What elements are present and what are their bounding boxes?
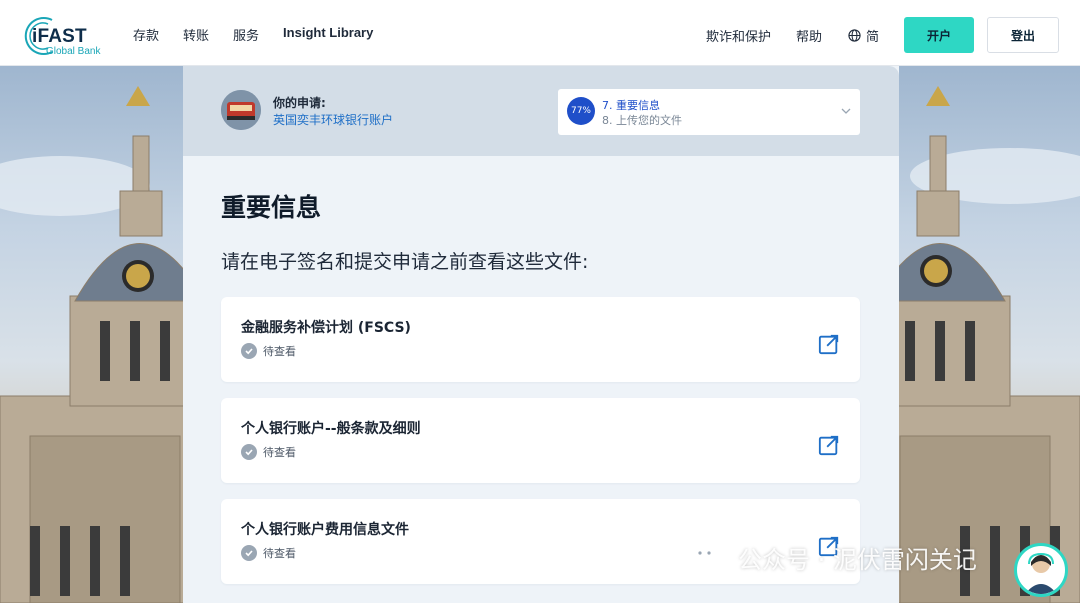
- application-thumbnail: [221, 90, 261, 130]
- check-icon: [241, 444, 257, 460]
- document-status: 待查看: [241, 545, 296, 561]
- chevron-down-icon: [841, 108, 851, 114]
- step-progress-dropdown[interactable]: 77% 7. 重要信息 8. 上传您的文件: [558, 89, 860, 135]
- external-link-icon[interactable]: [818, 434, 840, 456]
- watermark-text: 公众号 · 泥伏雷闪关记: [738, 546, 977, 574]
- ifast-logo[interactable]: iFAST Global Bank: [22, 14, 114, 58]
- document-title: 个人银行账户费用信息文件: [241, 522, 409, 538]
- application-header: 你的申请: 英国奕丰环球银行账户 77% 7. 重要信息 8. 上传您的文件: [183, 66, 899, 156]
- top-nav: iFAST Global Bank 存款 转账 服务 Insight Libra…: [0, 0, 1080, 66]
- nav-transfers[interactable]: 转账: [183, 25, 209, 44]
- nav-help[interactable]: 帮助: [796, 26, 822, 45]
- check-icon: [241, 545, 257, 561]
- language-selector[interactable]: 简: [848, 26, 879, 45]
- language-label: 简: [866, 30, 880, 45]
- document-status-label: 待查看: [263, 446, 296, 459]
- bus-thumbnail-icon: [221, 90, 261, 130]
- current-step: 7. 重要信息: [602, 99, 660, 112]
- document-status: 待查看: [241, 343, 296, 359]
- progress-percent: 77%: [570, 106, 591, 116]
- nav-services[interactable]: 服务: [233, 25, 259, 44]
- wechat-icon: [692, 543, 728, 571]
- logo-brand-text: iFAST: [32, 26, 87, 47]
- support-agent-avatar[interactable]: [1014, 543, 1068, 597]
- application-label: 你的申请:: [273, 96, 326, 110]
- next-step: 8. 上传您的文件: [602, 114, 682, 127]
- application-name[interactable]: 英国奕丰环球银行账户: [273, 111, 393, 128]
- nav-deposits[interactable]: 存款: [133, 25, 159, 44]
- globe-icon: [848, 29, 861, 42]
- primary-nav: 存款 转账 服务 Insight Library: [133, 25, 397, 44]
- section-title: 重要信息: [221, 193, 322, 222]
- nav-insight-library[interactable]: Insight Library: [283, 25, 373, 44]
- document-title: 金融服务补偿计划 (FSCS): [241, 320, 411, 336]
- application-panel: 你的申请: 英国奕丰环球银行账户 77% 7. 重要信息 8. 上传您的文件 重…: [183, 66, 899, 603]
- nav-fraud-protection[interactable]: 欺诈和保护: [706, 26, 771, 45]
- section-intro: 请在电子签名和提交申请之前查看这些文件:: [221, 251, 589, 273]
- document-status: 待查看: [241, 444, 296, 460]
- watermark: 公众号 · 泥伏雷闪关记: [690, 540, 977, 575]
- document-status-label: 待查看: [263, 345, 296, 358]
- document-status-label: 待查看: [263, 547, 296, 560]
- logout-button[interactable]: 登出: [987, 17, 1059, 53]
- document-card[interactable]: 金融服务补偿计划 (FSCS) 待查看: [221, 297, 860, 382]
- logo-subtitle: Global Bank: [46, 46, 101, 57]
- check-icon: [241, 343, 257, 359]
- document-card[interactable]: 个人银行账户--般条款及细则 待查看: [221, 398, 860, 483]
- progress-indicator: 77%: [567, 97, 595, 125]
- document-title: 个人银行账户--般条款及细则: [241, 421, 421, 437]
- open-account-button[interactable]: 开户: [904, 17, 974, 53]
- agent-avatar-icon: [1025, 552, 1057, 594]
- external-link-icon[interactable]: [818, 333, 840, 355]
